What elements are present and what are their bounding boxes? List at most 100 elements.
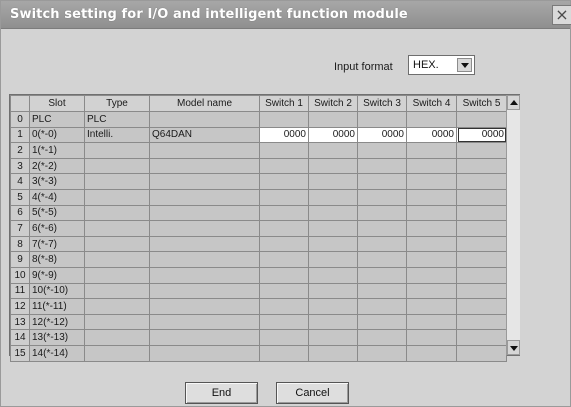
switch-4-cell[interactable] — [406, 142, 457, 159]
switch-3-cell[interactable] — [357, 344, 407, 362]
switch-1-cell[interactable] — [259, 111, 309, 128]
switch-2-cell[interactable] — [308, 188, 358, 206]
switch-3-cell[interactable] — [357, 173, 407, 190]
type-cell[interactable] — [84, 157, 150, 175]
switch-4-cell[interactable] — [406, 204, 457, 222]
switch-3-cell[interactable] — [357, 298, 407, 315]
model-name-cell[interactable] — [149, 157, 260, 175]
switch-1-cell[interactable] — [259, 329, 309, 346]
switch-2-cell[interactable] — [308, 220, 358, 237]
type-cell[interactable] — [84, 251, 150, 268]
type-cell[interactable] — [84, 142, 150, 159]
input-format-select[interactable]: HEX. — [408, 55, 475, 75]
type-cell[interactable] — [84, 344, 150, 362]
switch-5-cell[interactable] — [456, 142, 507, 159]
model-name-cell[interactable] — [149, 329, 260, 346]
switch-2-cell[interactable] — [308, 157, 358, 175]
model-name-cell[interactable] — [149, 111, 260, 128]
switch-5-cell[interactable] — [456, 266, 507, 284]
switch-3-cell[interactable] — [357, 142, 407, 159]
switch-5-cell[interactable]: 0000 — [456, 126, 507, 144]
type-cell[interactable] — [84, 188, 150, 206]
model-name-cell[interactable] — [149, 204, 260, 222]
switch-3-cell[interactable] — [357, 266, 407, 284]
switch-4-cell[interactable] — [406, 220, 457, 237]
type-cell[interactable] — [84, 220, 150, 237]
switch-3-cell[interactable] — [357, 111, 407, 128]
switch-5-cell[interactable] — [456, 173, 507, 190]
switch-4-cell[interactable] — [406, 188, 457, 206]
switch-5-cell[interactable] — [456, 220, 507, 237]
switch-4-cell[interactable] — [406, 251, 457, 268]
switch-1-cell[interactable] — [259, 173, 309, 190]
type-cell[interactable]: Intelli. — [84, 126, 150, 144]
switch-4-cell[interactable] — [406, 235, 457, 253]
model-name-cell[interactable] — [149, 298, 260, 315]
arrow-down-icon[interactable] — [507, 340, 520, 355]
switch-2-cell[interactable] — [308, 111, 358, 128]
switch-2-cell[interactable] — [308, 204, 358, 222]
model-name-cell[interactable] — [149, 251, 260, 268]
model-name-cell[interactable] — [149, 282, 260, 300]
arrow-up-icon[interactable] — [507, 95, 520, 110]
type-cell[interactable] — [84, 204, 150, 222]
end-button[interactable]: End — [185, 382, 258, 404]
switch-1-cell[interactable] — [259, 220, 309, 237]
switch-5-cell[interactable] — [456, 235, 507, 253]
switch-3-cell[interactable] — [357, 220, 407, 237]
model-name-cell[interactable] — [149, 142, 260, 159]
switch-5-cell[interactable] — [456, 329, 507, 346]
switch-3-cell[interactable] — [357, 204, 407, 222]
switch-5-cell[interactable] — [456, 298, 507, 315]
switch-5-cell[interactable] — [456, 344, 507, 362]
switch-2-cell[interactable] — [308, 173, 358, 190]
switch-3-cell[interactable] — [357, 235, 407, 253]
switch-3-cell[interactable]: 0000 — [357, 126, 407, 144]
model-name-cell[interactable] — [149, 266, 260, 284]
switch-1-cell[interactable] — [259, 266, 309, 284]
switch-4-cell[interactable] — [406, 111, 457, 128]
switch-1-cell[interactable]: 0000 — [259, 126, 309, 144]
switch-5-cell[interactable] — [456, 282, 507, 300]
switch-2-cell[interactable] — [308, 313, 358, 331]
switch-2-cell[interactable] — [308, 282, 358, 300]
model-name-cell[interactable] — [149, 220, 260, 237]
switch-1-cell[interactable] — [259, 235, 309, 253]
switch-1-cell[interactable] — [259, 142, 309, 159]
switch-4-cell[interactable] — [406, 266, 457, 284]
switch-4-cell[interactable]: 0000 — [406, 126, 457, 144]
switch-2-cell[interactable] — [308, 329, 358, 346]
switch-5-cell[interactable] — [456, 313, 507, 331]
type-cell[interactable] — [84, 235, 150, 253]
switch-4-cell[interactable] — [406, 282, 457, 300]
switch-5-cell[interactable] — [456, 157, 507, 175]
switch-4-cell[interactable] — [406, 329, 457, 346]
switch-2-cell[interactable] — [308, 142, 358, 159]
switch-3-cell[interactable] — [357, 188, 407, 206]
type-cell[interactable] — [84, 329, 150, 346]
switch-4-cell[interactable] — [406, 157, 457, 175]
switch-5-cell[interactable] — [456, 204, 507, 222]
switch-5-cell[interactable] — [456, 111, 507, 128]
switch-4-cell[interactable] — [406, 313, 457, 331]
switch-1-cell[interactable] — [259, 313, 309, 331]
switch-2-cell[interactable] — [308, 298, 358, 315]
cancel-button[interactable]: Cancel — [276, 382, 349, 404]
title-bar[interactable]: Switch setting for I/O and intelligent f… — [1, 1, 571, 29]
switch-2-cell[interactable] — [308, 266, 358, 284]
type-cell[interactable] — [84, 266, 150, 284]
switch-1-cell[interactable] — [259, 298, 309, 315]
switch-4-cell[interactable] — [406, 298, 457, 315]
close-icon[interactable]: × — [552, 5, 571, 25]
switch-1-cell[interactable] — [259, 157, 309, 175]
model-name-cell[interactable] — [149, 235, 260, 253]
type-cell[interactable] — [84, 282, 150, 300]
vertical-scrollbar[interactable] — [506, 95, 520, 355]
switch-1-cell[interactable] — [259, 344, 309, 362]
model-name-cell[interactable] — [149, 173, 260, 190]
switch-2-cell[interactable] — [308, 344, 358, 362]
switch-5-cell[interactable] — [456, 251, 507, 268]
chevron-down-icon[interactable] — [457, 58, 472, 72]
switch-3-cell[interactable] — [357, 251, 407, 268]
type-cell[interactable] — [84, 313, 150, 331]
